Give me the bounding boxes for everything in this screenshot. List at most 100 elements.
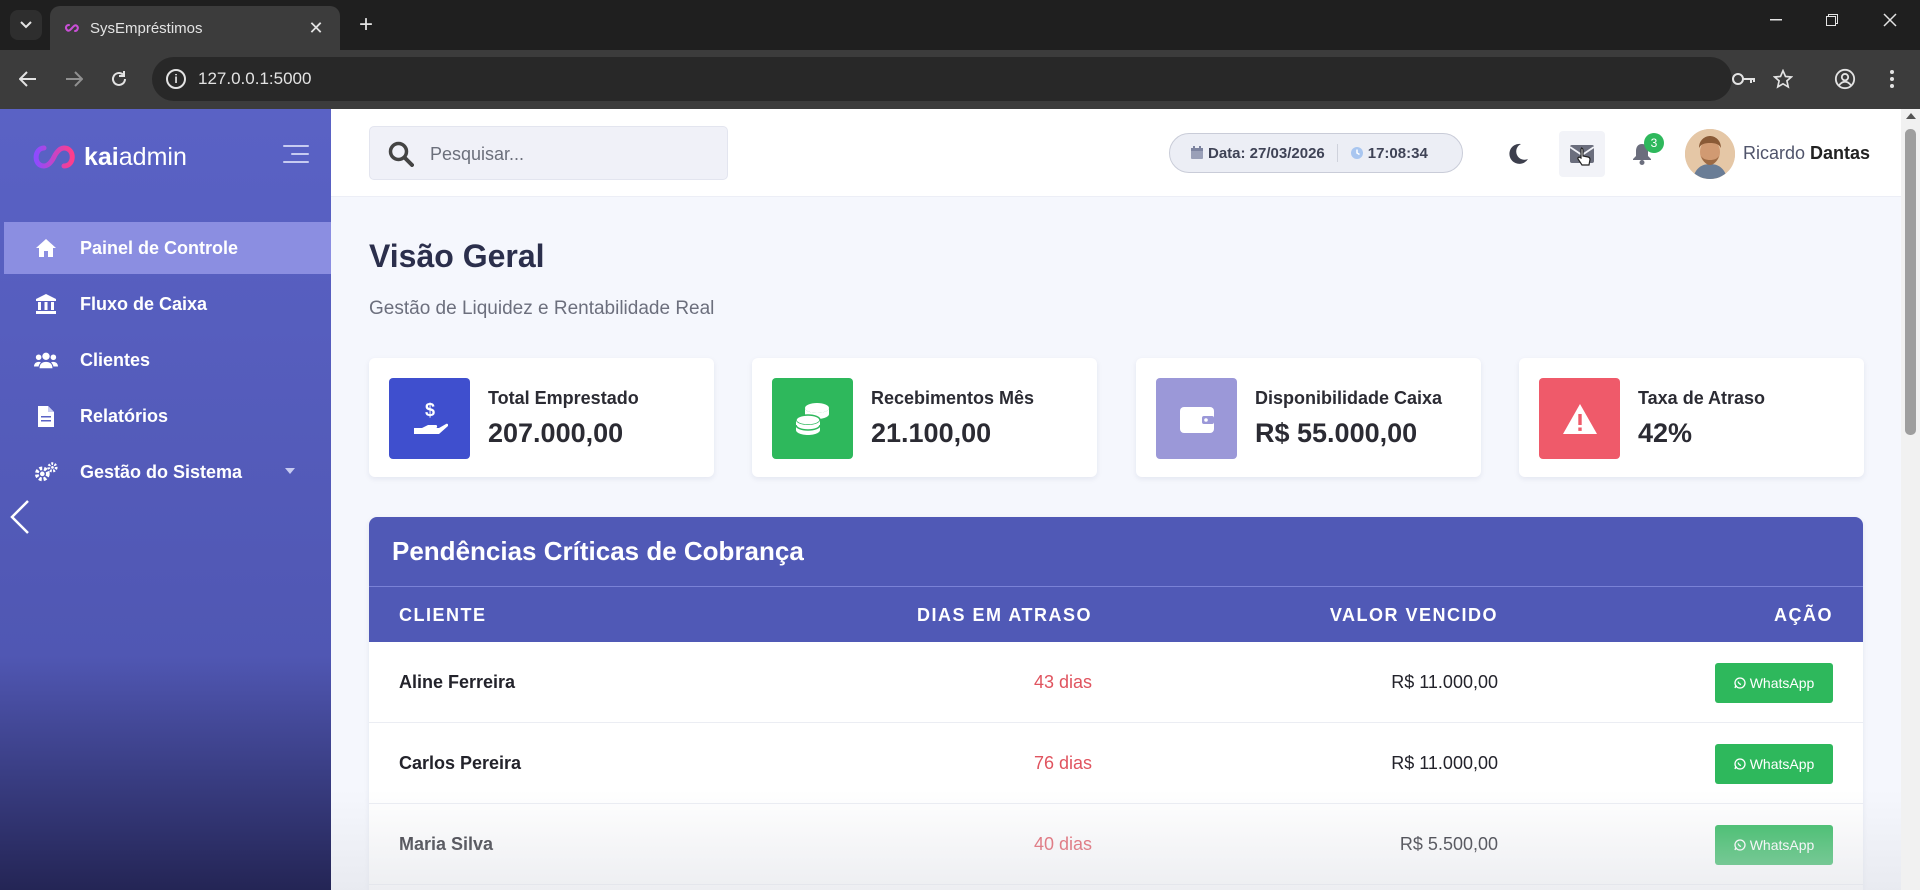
whatsapp-label: WhatsApp <box>1749 675 1815 691</box>
sidebar-item-gestao[interactable]: Gestão do Sistema <box>4 446 331 498</box>
sidebar-item-painel[interactable]: Painel de Controle <box>4 222 331 274</box>
logo-text-kai: kai <box>84 142 119 171</box>
forward-icon[interactable] <box>58 63 90 95</box>
new-tab-button[interactable]: + <box>352 10 380 40</box>
table-title: Pendências Críticas de Cobrança <box>369 517 1863 587</box>
cursor-hand-icon <box>1577 147 1591 166</box>
days-overdue: 40 dias <box>1033 834 1092 854</box>
minimize-icon[interactable] <box>1748 0 1804 40</box>
whatsapp-button[interactable]: WhatsApp <box>1715 744 1833 784</box>
days-overdue: 43 dias <box>1033 672 1092 692</box>
chevron-down-icon <box>20 21 32 29</box>
whatsapp-button[interactable]: WhatsApp <box>1715 825 1833 865</box>
close-window-icon[interactable] <box>1862 0 1918 40</box>
users-icon <box>34 349 58 371</box>
caret-down-icon <box>285 468 295 474</box>
profile-icon[interactable] <box>1829 63 1861 95</box>
overdue-value: R$ 5.500,00 <box>1399 834 1498 854</box>
date-text: Data: 27/03/2026 <box>1208 144 1325 162</box>
card-label: Taxa de Atraso <box>1638 388 1766 408</box>
close-tab-icon[interactable]: ✕ <box>304 16 328 40</box>
home-icon <box>34 237 58 259</box>
restore-icon[interactable] <box>1804 0 1860 40</box>
wallet-icon <box>1156 378 1237 459</box>
page-title: Visão Geral <box>369 238 545 274</box>
password-key-icon[interactable] <box>1728 63 1760 95</box>
card-value: 42% <box>1638 418 1693 448</box>
stat-card-total-emprestado: $ Total Emprestado 207.000,00 <box>369 358 714 477</box>
search-icon[interactable] <box>388 141 414 167</box>
sidebar-item-label: Clientes <box>80 349 151 370</box>
datetime-badge: Data: 27/03/2026 17:08:34 <box>1169 133 1463 173</box>
search-box[interactable] <box>369 126 728 180</box>
browser-tab-bar: SysEmpréstimos ✕ + <box>0 0 1920 50</box>
sidebar-item-relatorios[interactable]: Relatórios <box>4 390 331 442</box>
scrollbar-thumb[interactable] <box>1905 129 1916 435</box>
days-overdue: 76 dias <box>1033 753 1092 773</box>
chevron-left-icon[interactable] <box>8 497 32 537</box>
sidebar-item-label: Gestão do Sistema <box>80 461 243 482</box>
bookmark-star-icon[interactable] <box>1767 63 1799 95</box>
table-header-row: CLIENTE DIAS EM ATRASO VALOR VENCIDO AÇÃ… <box>369 587 1863 642</box>
client-name: Maria Silva <box>399 834 494 854</box>
tab-title: SysEmpréstimos <box>90 19 203 37</box>
avatar[interactable] <box>1685 129 1735 179</box>
card-value: 21.100,00 <box>871 418 992 448</box>
browser-menu-icon[interactable] <box>1876 63 1908 95</box>
browser-tab[interactable]: SysEmpréstimos ✕ <box>50 6 340 50</box>
time-text: 17:08:34 <box>1367 144 1428 162</box>
sidebar-item-clientes[interactable]: Clientes <box>4 334 331 386</box>
notifications-button[interactable]: 3 <box>1619 131 1665 177</box>
client-name: Aline Ferreira <box>399 672 516 692</box>
messages-button[interactable] <box>1559 131 1605 177</box>
whatsapp-icon <box>1734 758 1746 770</box>
back-icon[interactable] <box>12 63 44 95</box>
page-scrollbar[interactable] <box>1901 109 1920 890</box>
sidebar-item-label: Fluxo de Caixa <box>80 293 208 314</box>
clock-icon <box>1350 147 1363 159</box>
app-logo[interactable]: kaiadmin <box>30 137 187 177</box>
search-input[interactable] <box>430 137 710 171</box>
stat-card-taxa-atraso: Taxa de Atraso 42% <box>1519 358 1864 477</box>
column-header-acao: AÇÃO <box>1774 605 1833 625</box>
whatsapp-icon <box>1734 839 1746 851</box>
coins-icon <box>772 378 853 459</box>
logo-icon <box>33 145 75 169</box>
hand-money-icon: $ <box>389 378 470 459</box>
overdue-value: R$ 11.000,00 <box>1391 672 1498 692</box>
column-header-cliente: CLIENTE <box>399 605 487 625</box>
sidebar-toggle-icon[interactable] <box>283 145 309 167</box>
sidebar-item-fluxo[interactable]: Fluxo de Caixa <box>4 278 331 330</box>
table-row: Carlos Pereira 76 dias R$ 11.000,00 What… <box>369 723 1863 804</box>
address-bar[interactable]: i 127.0.0.1:5000 <box>152 57 1732 101</box>
column-header-dias: DIAS EM ATRASO <box>916 605 1092 625</box>
site-info-icon[interactable]: i <box>166 69 186 89</box>
page-subtitle: Gestão de Liquidez e Rentabilidade Real <box>369 298 715 319</box>
sidebar: kaiadmin Painel de Controle Fluxo de Cai… <box>0 109 331 890</box>
logo-text-admin: admin <box>118 142 187 171</box>
bank-icon <box>34 293 58 315</box>
whatsapp-icon <box>1734 677 1746 689</box>
notification-badge: 3 <box>1644 133 1664 153</box>
cogs-icon <box>34 461 58 483</box>
user-name[interactable]: Ricardo Dantas <box>1743 143 1870 164</box>
pending-collections-table: Pendências Críticas de Cobrança CLIENTE … <box>369 517 1863 890</box>
card-label: Disponibilidade Caixa <box>1255 388 1443 408</box>
card-label: Recebimentos Mês <box>871 388 1035 408</box>
sidebar-item-label: Relatórios <box>80 405 169 426</box>
card-value: R$ 55.000,00 <box>1255 418 1418 448</box>
moon-icon <box>1509 143 1528 164</box>
tab-search-button[interactable] <box>10 10 42 40</box>
client-name: Carlos Pereira <box>399 753 522 773</box>
calendar-icon <box>1191 146 1203 159</box>
card-label: Total Emprestado <box>488 388 639 408</box>
whatsapp-label: WhatsApp <box>1749 756 1815 772</box>
dark-mode-toggle[interactable] <box>1495 131 1541 177</box>
stat-card-recebimentos: Recebimentos Mês 21.100,00 <box>752 358 1097 477</box>
whatsapp-button[interactable]: WhatsApp <box>1715 663 1833 703</box>
scroll-up-icon[interactable] <box>1906 113 1916 119</box>
url-text[interactable]: 127.0.0.1:5000 <box>198 69 311 89</box>
top-header: Data: 27/03/2026 17:08:34 3 Ricardo Dant… <box>331 109 1901 197</box>
reload-icon[interactable] <box>103 63 135 95</box>
card-value: 207.000,00 <box>488 418 624 448</box>
